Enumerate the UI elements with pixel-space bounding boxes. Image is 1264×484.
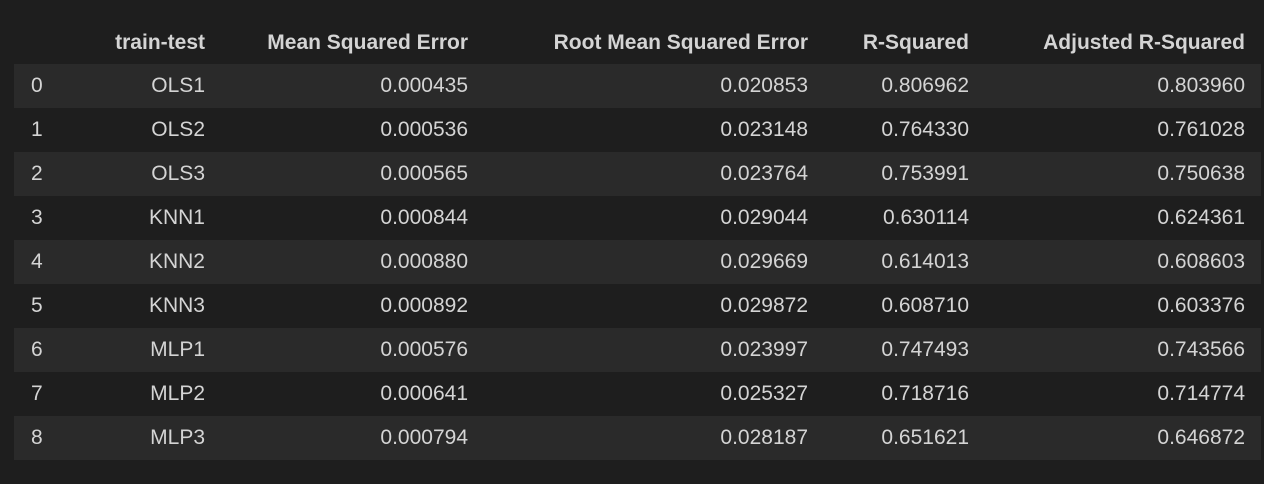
- train-test-cell: MLP1: [150, 338, 205, 361]
- train-test-cell: OLS1: [151, 74, 205, 97]
- table-row: 6 MLP1 0.000576 0.023997 0.747493 0.743566: [14, 328, 1261, 372]
- adjusted-r-squared-cell: 0.624361: [1157, 206, 1245, 229]
- table-body: 0 OLS1 0.000435 0.020853 0.806962 0.803960 1 OL…: [14, 64, 1261, 460]
- train-test-cell: KNN3: [148, 294, 205, 317]
- adjusted-r-squared-cell: 0.646872: [1157, 426, 1245, 449]
- table-row: 5 KNN3 0.000892 0.029872 0.608710 0.603376: [14, 284, 1261, 328]
- mse-cell: 0.000565: [380, 162, 468, 185]
- r-squared-cell: 0.614013: [881, 250, 969, 273]
- rmse-column-header: Root Mean Squared Error: [553, 30, 808, 54]
- train-test-cell: KNN2: [148, 250, 205, 273]
- table-row: 8 MLP3 0.000794 0.028187 0.651621 0.646872: [14, 416, 1261, 460]
- mse-cell: 0.000536: [380, 118, 468, 141]
- table-row: 1 OLS2 0.000536 0.023148 0.764330 0.761028: [14, 108, 1261, 152]
- table-header: train-test Mean Squared Error Root Mean …: [14, 21, 1261, 64]
- r-squared-cell: 0.753991: [881, 162, 969, 185]
- table-row: 3 KNN1 0.000844 0.029044 0.630114 0.624361: [14, 196, 1261, 240]
- rmse-cell: 0.023148: [720, 118, 808, 141]
- rmse-cell: 0.029044: [720, 206, 808, 229]
- mse-column-header: Mean Squared Error: [267, 30, 468, 54]
- r-squared-cell: 0.718716: [881, 382, 969, 405]
- train-test-cell: OLS2: [151, 118, 205, 141]
- mse-cell: 0.000844: [380, 206, 468, 229]
- rmse-cell: 0.020853: [720, 74, 808, 97]
- row-index-cell: 1: [31, 118, 43, 141]
- adjusted-r-squared-cell: 0.714774: [1157, 382, 1245, 405]
- row-index-cell: 5: [31, 294, 43, 317]
- adjusted-r-squared-cell: 0.608603: [1157, 250, 1245, 273]
- train-test-cell: KNN1: [148, 206, 205, 229]
- rmse-cell: 0.023997: [720, 338, 808, 361]
- adjusted-r-squared-cell: 0.761028: [1157, 118, 1245, 141]
- r-squared-cell: 0.764330: [881, 118, 969, 141]
- mse-cell: 0.000794: [380, 426, 468, 449]
- mse-cell: 0.000641: [380, 382, 468, 405]
- rmse-cell: 0.028187: [720, 426, 808, 449]
- table-row: 2 OLS3 0.000565 0.023764 0.753991 0.750638: [14, 152, 1261, 196]
- train-test-cell: OLS3: [151, 162, 205, 185]
- rmse-cell: 0.025327: [720, 382, 808, 405]
- r-squared-cell: 0.630114: [882, 206, 969, 229]
- adjusted-r-squared-cell: 0.743566: [1157, 338, 1245, 361]
- rmse-cell: 0.029669: [720, 250, 808, 273]
- mse-cell: 0.000880: [380, 250, 468, 273]
- mse-cell: 0.000892: [380, 294, 468, 317]
- table-row: 4 KNN2 0.000880 0.029669 0.614013 0.608603: [14, 240, 1261, 284]
- r-squared-column-header: R-Squared: [862, 30, 969, 54]
- r-squared-cell: 0.608710: [881, 294, 969, 317]
- adjusted-r-squared-column-header: Adjusted R-Squared: [1043, 30, 1245, 54]
- row-index-cell: 7: [31, 382, 43, 405]
- dataframe-table: train-test Mean Squared Error Root Mean …: [14, 21, 1261, 460]
- mse-cell: 0.000576: [380, 338, 468, 361]
- r-squared-cell: 0.747493: [881, 338, 969, 361]
- table-row: 0 OLS1 0.000435 0.020853 0.806962 0.803960: [14, 64, 1261, 108]
- rmse-cell: 0.029872: [720, 294, 808, 317]
- row-index-cell: 2: [31, 162, 43, 185]
- adjusted-r-squared-cell: 0.750638: [1157, 162, 1245, 185]
- train-test-cell: MLP3: [150, 426, 205, 449]
- notebook-output-area: train-test Mean Squared Error Root Mean …: [0, 0, 1264, 484]
- mse-cell: 0.000435: [380, 74, 468, 97]
- row-index-cell: 6: [31, 338, 43, 361]
- row-index-cell: 0: [31, 74, 43, 97]
- adjusted-r-squared-cell: 0.603376: [1157, 294, 1245, 317]
- index-column-header: [14, 21, 60, 64]
- row-index-cell: 3: [31, 206, 43, 229]
- row-index-cell: 4: [31, 250, 43, 273]
- train-test-column-header: train-test: [115, 30, 205, 54]
- rmse-cell: 0.023764: [720, 162, 808, 185]
- r-squared-cell: 0.651621: [881, 426, 969, 449]
- header-row: train-test Mean Squared Error Root Mean …: [14, 21, 1261, 64]
- table-row: 7 MLP2 0.000641 0.025327 0.718716 0.714774: [14, 372, 1261, 416]
- adjusted-r-squared-cell: 0.803960: [1157, 74, 1245, 97]
- row-index-cell: 8: [31, 426, 43, 449]
- train-test-cell: MLP2: [150, 382, 205, 405]
- r-squared-cell: 0.806962: [881, 74, 969, 97]
